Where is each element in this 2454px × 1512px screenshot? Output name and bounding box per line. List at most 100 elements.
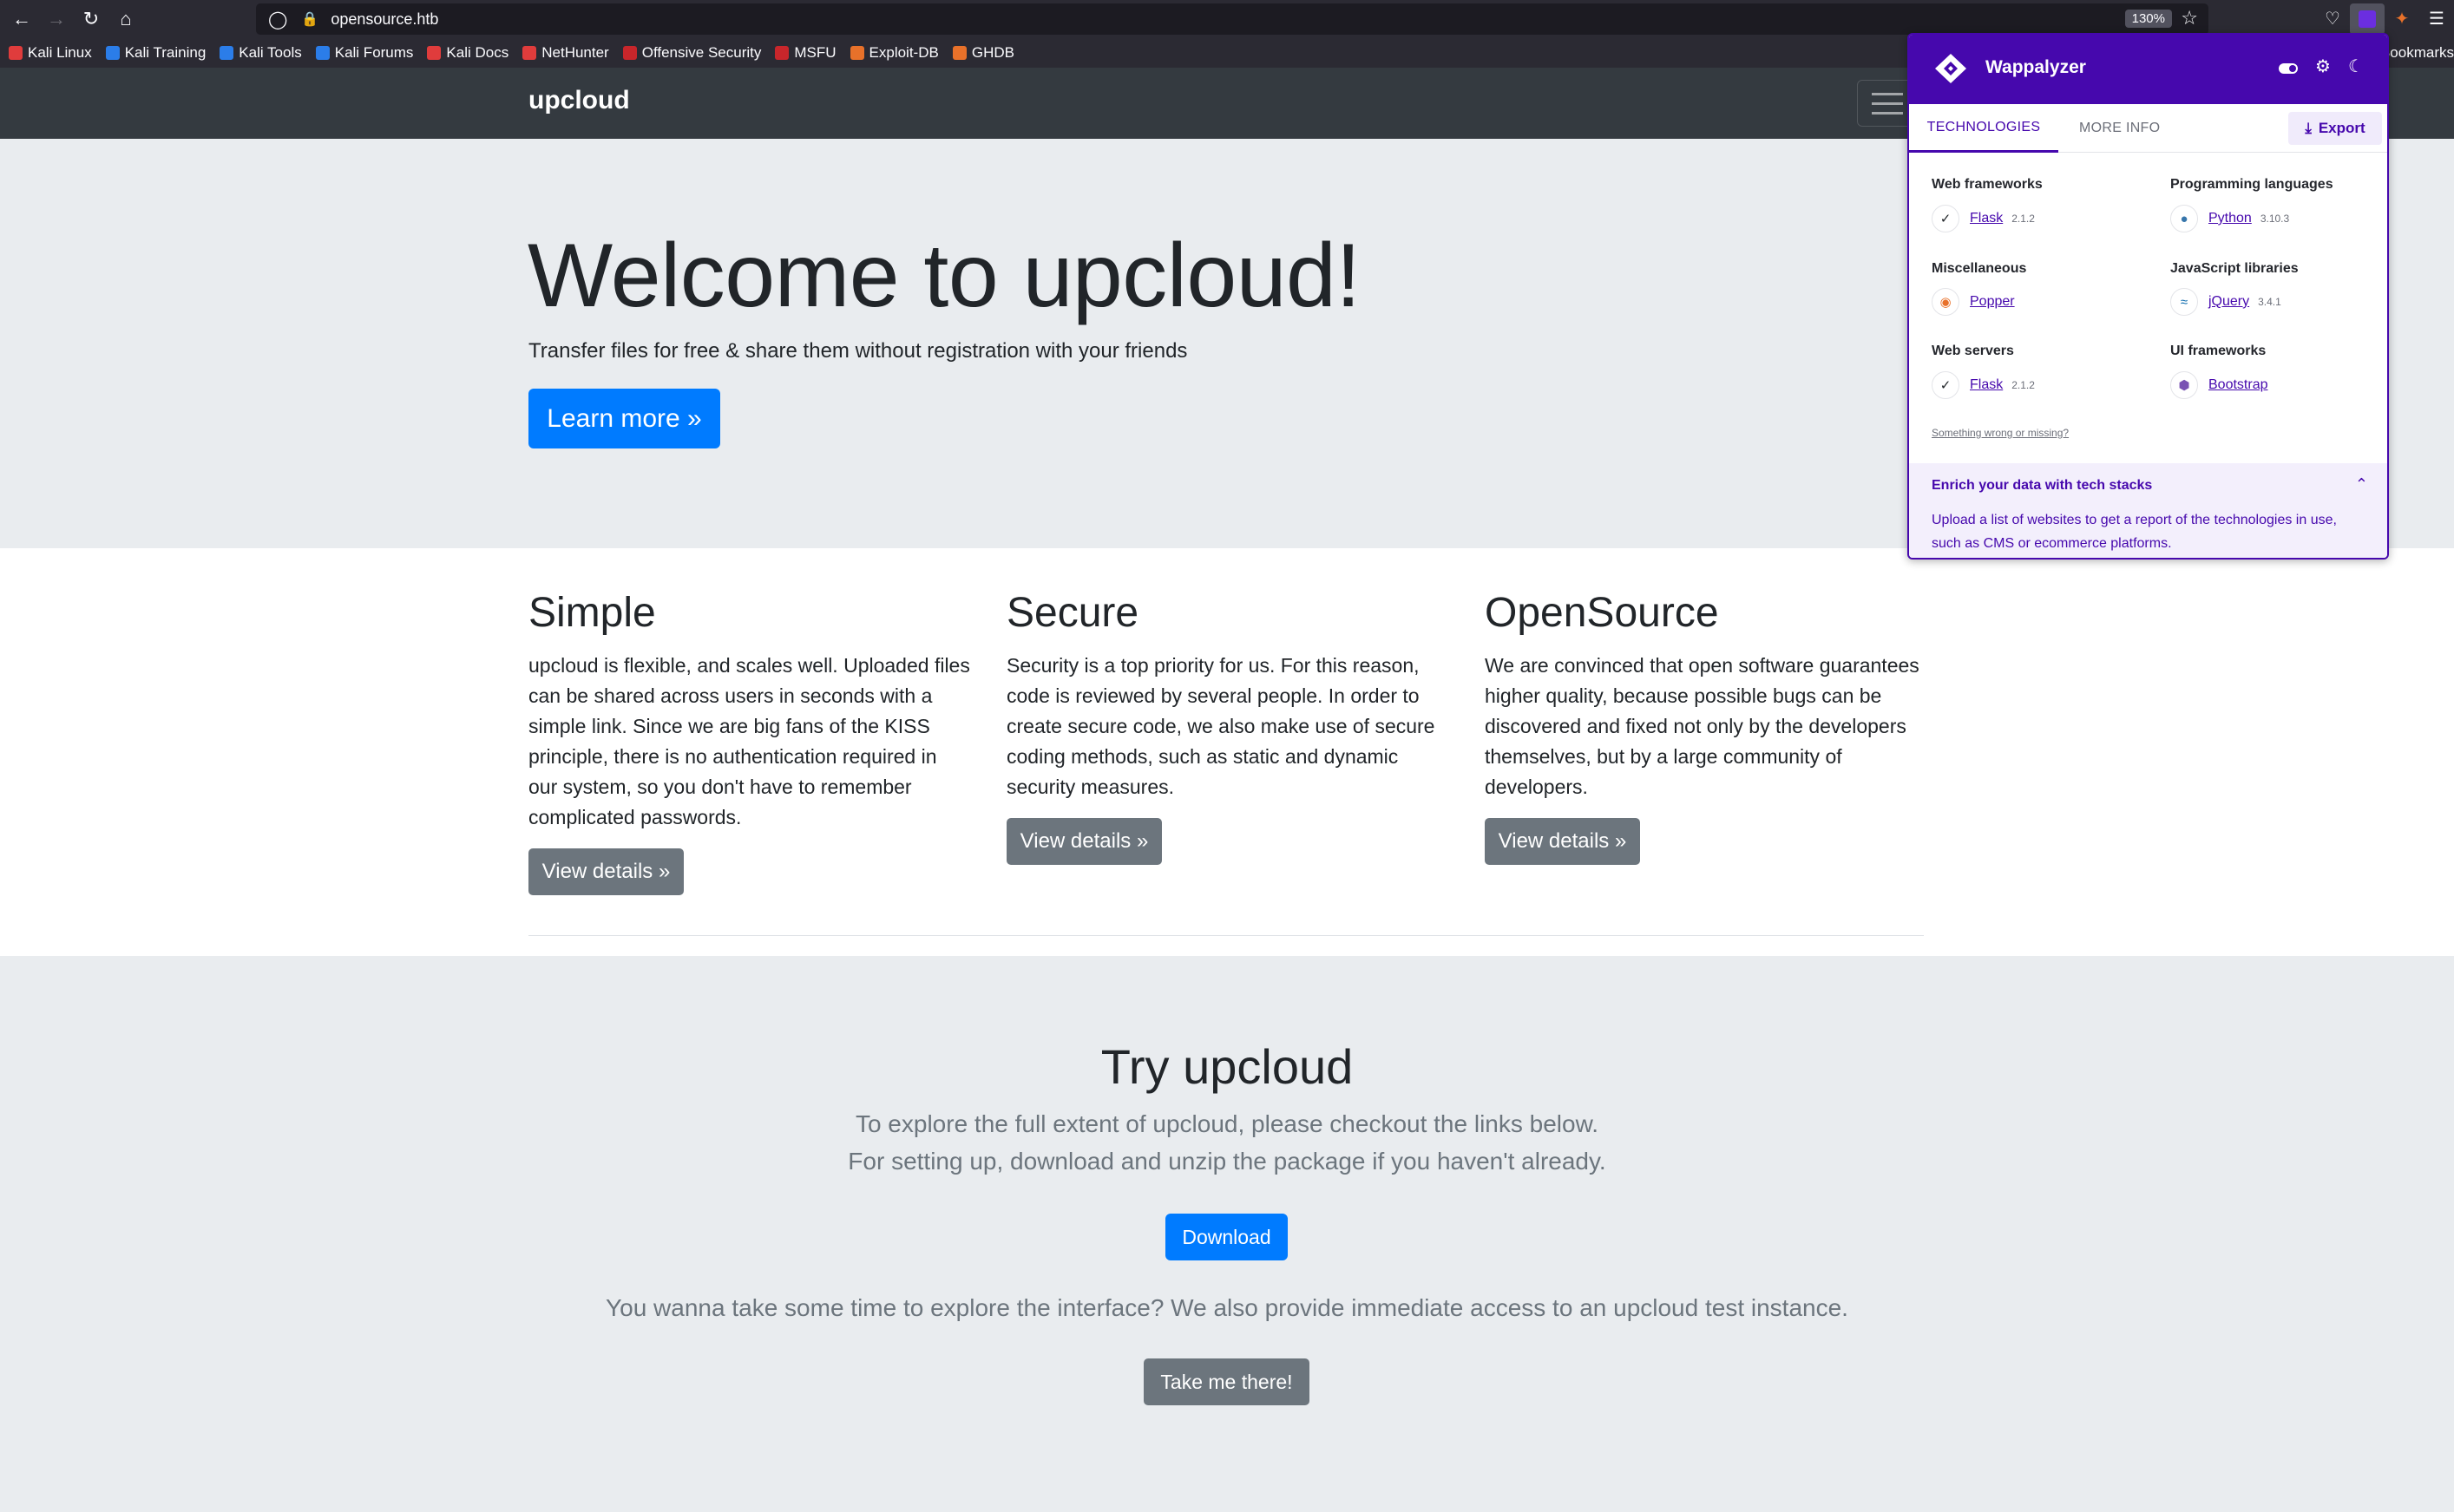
kali-linux-icon: [9, 45, 23, 60]
tech-item[interactable]: ● Python 3.10.3: [2170, 205, 2289, 232]
category-title: JavaScript libraries: [2170, 261, 2299, 276]
tech-name[interactable]: Popper: [1970, 294, 2015, 310]
try-section: Try upcloud To explore the full extent o…: [0, 956, 2454, 1512]
export-label: Export: [2318, 120, 2365, 136]
tech-name[interactable]: Bootstrap: [2208, 377, 2267, 393]
dark-mode-moon-icon[interactable]: ☾: [2348, 56, 2364, 77]
extension-icon[interactable]: ✦: [2385, 0, 2419, 37]
url-bar[interactable]: ◯ 🔒 opensource.htb 130% ☆: [256, 3, 2208, 35]
back-arrow-icon[interactable]: ←: [4, 0, 39, 37]
bookmark-label: NetHunter: [541, 43, 609, 61]
bookmark-label: Kali Linux: [28, 43, 92, 61]
tech-version: 2.1.2: [2011, 379, 2035, 391]
wappalyzer-tabs: TECHNOLOGIES MORE INFO ⤓ Export: [1909, 104, 2387, 153]
bookmark-label: Kali Tools: [239, 43, 302, 61]
bookmark-item[interactable]: Kali Docs: [427, 44, 509, 62]
bookmark-item[interactable]: Kali Linux: [9, 44, 92, 62]
shield-icon[interactable]: ◯: [268, 9, 287, 30]
download-button[interactable]: Download: [1165, 1214, 1288, 1260]
tech-version: 3.4.1: [2258, 296, 2281, 308]
reload-icon[interactable]: ↻: [74, 0, 108, 37]
feature-text: We are convinced that open software guar…: [1485, 654, 1919, 798]
popper-icon: ◉: [1932, 288, 1959, 316]
tech-item[interactable]: ✓ Flask 2.1.2: [1932, 205, 2035, 232]
wappalyzer-extension-icon[interactable]: [2350, 3, 2385, 35]
bookmark-item[interactable]: Kali Forums: [315, 43, 414, 62]
feature-text: upcloud is flexible, and scales well. Up…: [528, 654, 970, 828]
bookmark-item[interactable]: Offensive Security: [622, 43, 762, 62]
category-title: Web frameworks: [1932, 177, 2043, 192]
tech-version: 2.1.2: [2011, 213, 2035, 225]
something-wrong-link[interactable]: Something wrong or missing?: [1932, 427, 2069, 439]
tech-item[interactable]: ≈ jQuery 3.4.1: [2170, 288, 2281, 316]
enrich-title[interactable]: Enrich your data with tech stacks: [1932, 478, 2152, 494]
bookmark-item[interactable]: NetHunter: [522, 43, 609, 62]
feature-simple: Simple upcloud is flexible, and scales w…: [528, 589, 971, 833]
wappalyzer-header: Wappalyzer ⚙ ☾: [1909, 35, 2387, 104]
url-text[interactable]: opensource.htb: [331, 10, 438, 29]
lock-icon[interactable]: 🔒: [301, 10, 318, 28]
try-line-2: For setting up, download and unzip the p…: [848, 1148, 1606, 1175]
feature-secure: Secure Security is a top priority for us…: [1007, 589, 1449, 802]
wappalyzer-popup: Wappalyzer ⚙ ☾ TECHNOLOGIES MORE INFO ⤓ …: [1907, 33, 2389, 560]
bookmark-label: Exploit-DB: [869, 43, 939, 61]
bookmark-item[interactable]: GHDB: [952, 43, 1014, 62]
try-line-1: To explore the full extent of upcloud, p…: [855, 1110, 1599, 1137]
bookmark-label: Kali Training: [124, 43, 207, 61]
home-icon[interactable]: ⌂: [108, 0, 143, 37]
kali-forums-icon: [315, 45, 330, 60]
enrich-text: Upload a list of websites to get a repor…: [1932, 513, 2337, 551]
tech-name[interactable]: Python: [2208, 211, 2252, 226]
bookmark-item[interactable]: MSFU: [775, 44, 837, 62]
feature-title: OpenSource: [1485, 590, 1719, 636]
view-details-button[interactable]: View details »: [1485, 818, 1640, 865]
tab-more-info[interactable]: MORE INFO: [2079, 104, 2160, 153]
learn-more-button[interactable]: Learn more »: [528, 389, 720, 448]
take-me-there-button[interactable]: Take me there!: [1144, 1358, 1309, 1405]
forward-arrow-icon[interactable]: →: [39, 0, 74, 37]
export-button[interactable]: ⤓ Export: [2288, 112, 2382, 145]
tech-name[interactable]: Flask: [1970, 211, 2003, 226]
bookmark-label: Kali Docs: [446, 43, 509, 61]
pocket-icon[interactable]: ♡: [2315, 0, 2350, 37]
bookmark-label: GHDB: [971, 43, 1014, 61]
feature-title: Simple: [528, 590, 656, 636]
tech-item[interactable]: ⬢ Bootstrap: [2170, 371, 2267, 399]
browser-toolbar: ← → ↻ ⌂ ◯ 🔒 opensource.htb 130% ☆ ♡ ✦ ☰: [0, 0, 2454, 37]
bootstrap-icon: ⬢: [2170, 371, 2198, 399]
ghdb-icon: [952, 45, 967, 60]
site-brand[interactable]: upcloud: [528, 86, 630, 115]
chevron-up-icon[interactable]: ⌃: [2355, 475, 2368, 494]
tech-item[interactable]: ✓ Flask 2.1.2: [1932, 371, 2035, 399]
tech-name[interactable]: Flask: [1970, 377, 2003, 393]
view-details-button[interactable]: View details »: [528, 848, 684, 895]
toggle-icon[interactable]: [2279, 63, 2298, 74]
view-details-button[interactable]: View details »: [1007, 818, 1162, 865]
wappalyzer-title: Wappalyzer: [1985, 57, 2086, 77]
try-title: Try upcloud: [1100, 1039, 1354, 1094]
category-title: Web servers: [1932, 344, 2014, 358]
hero-subtitle: Transfer files for free & share them wit…: [528, 339, 1188, 363]
enrich-panel: Enrich your data with tech stacks ⌃ Uplo…: [1909, 463, 2387, 558]
offensive-security-icon: [622, 45, 637, 60]
tab-technologies[interactable]: TECHNOLOGIES: [1909, 104, 2058, 153]
feature-title: Secure: [1007, 590, 1139, 636]
bookmark-label: Kali Forums: [334, 43, 414, 61]
bookmark-label: Offensive Security: [641, 43, 762, 61]
settings-gear-icon[interactable]: ⚙: [2315, 56, 2331, 77]
flask-icon: ✓: [1932, 205, 1959, 232]
download-icon: ⤓: [2305, 120, 2312, 136]
tech-version: 3.10.3: [2260, 213, 2290, 225]
zoom-level[interactable]: 130%: [2124, 10, 2172, 28]
wappalyzer-logo-icon: [1935, 54, 1966, 83]
category-title: Programming languages: [2170, 177, 2333, 192]
tech-item[interactable]: ◉ Popper: [1932, 288, 2015, 316]
exploit-db-icon: [850, 45, 864, 60]
bookmark-item[interactable]: Kali Tools: [220, 43, 302, 62]
bookmark-item[interactable]: Kali Training: [105, 43, 207, 62]
bookmark-item[interactable]: Exploit-DB: [850, 44, 939, 62]
tech-name[interactable]: jQuery: [2208, 294, 2249, 310]
bookmark-star-icon[interactable]: ☆: [2181, 7, 2198, 29]
try-line-3: You wanna take some time to explore the …: [606, 1294, 1848, 1321]
menu-icon[interactable]: ☰: [2419, 0, 2454, 37]
